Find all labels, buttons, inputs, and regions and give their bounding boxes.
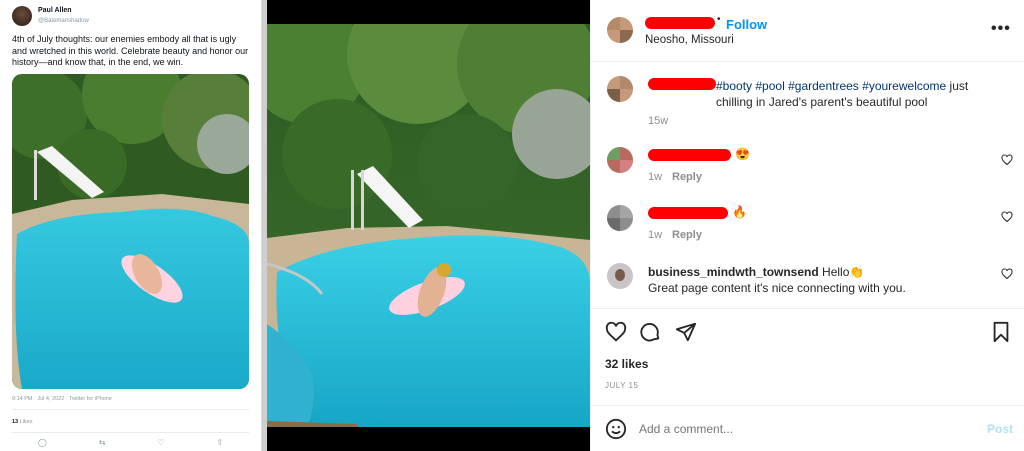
post-likes-count[interactable]: 32 likes — [605, 357, 648, 371]
redacted-caption-username[interactable] — [648, 78, 716, 90]
hashtag[interactable]: #pool — [755, 79, 784, 93]
tweet-avatar[interactable] — [12, 6, 32, 26]
comment-icon[interactable] — [640, 321, 662, 343]
redacted-commenter-name[interactable] — [648, 149, 731, 161]
caption-age: 15w — [648, 115, 669, 127]
tweet-header: Paul Allen @Batemanshadow — [12, 6, 89, 26]
tweet-card: Paul Allen @Batemanshadow 4th of July th… — [0, 0, 262, 451]
comment-emoji: 😍 — [735, 147, 750, 161]
like-post-heart-icon[interactable] — [605, 321, 627, 343]
tweet-likes-label: Likes — [19, 419, 33, 425]
hashtag[interactable]: #yourewelcome — [862, 79, 946, 93]
comment-age: 1w — [648, 171, 663, 183]
follow-button[interactable]: Follow — [726, 17, 767, 32]
comment-text-line2: Great page content it's nice connecting … — [648, 281, 906, 295]
reply-icon[interactable]: ◯ — [38, 438, 47, 447]
commenter-avatar[interactable] — [607, 147, 633, 173]
divider — [591, 61, 1024, 62]
save-bookmark-icon[interactable] — [991, 321, 1011, 343]
hashtag[interactable]: #gardentrees — [788, 79, 859, 93]
tweet-action-bar: ◯ ⇆ ♡ ⇧ — [12, 438, 249, 447]
author-avatar[interactable] — [607, 17, 633, 43]
comment-age: 1w — [648, 229, 663, 241]
tweet-timestamp: 9:14 PM · Jul 4, 2022 · Twitter for iPho… — [12, 396, 112, 402]
tweet-display-name[interactable]: Paul Allen — [38, 6, 89, 16]
tweet-text: 4th of July thoughts: our enemies embody… — [12, 34, 249, 67]
share-icon[interactable]: ⇧ — [216, 438, 223, 447]
hashtag[interactable]: #booty — [716, 79, 752, 93]
share-send-icon[interactable] — [675, 321, 697, 343]
post-photo-area — [267, 0, 590, 451]
divider — [12, 409, 249, 410]
comment-body: business_mindwth_townsend Hello👏 Great p… — [648, 264, 988, 296]
like-comment-heart-icon[interactable] — [1001, 154, 1013, 166]
divider — [591, 405, 1024, 406]
divider — [12, 432, 249, 433]
commenter-avatar[interactable] — [607, 205, 633, 231]
tweet-handle[interactable]: @Batemanshadow — [38, 16, 89, 26]
screenshot-root: Paul Allen @Batemanshadow 4th of July th… — [0, 0, 1024, 451]
caption-author-avatar[interactable] — [607, 76, 633, 102]
tweet-image[interactable] — [12, 74, 249, 389]
dot-separator: • — [717, 14, 721, 25]
reply-button[interactable]: Reply — [672, 229, 702, 241]
caption-text: #booty #pool #gardentrees #yourewelcome … — [716, 78, 1006, 110]
post-sidebar: • Follow Neosho, Missouri ••• #booty #po… — [590, 0, 1024, 451]
post-photo[interactable] — [267, 24, 590, 427]
tweet-likes[interactable]: 13 Likes — [12, 419, 33, 425]
emoji-picker-icon[interactable] — [605, 418, 627, 440]
redacted-username[interactable] — [645, 17, 715, 29]
post-comment-button[interactable]: Post — [987, 422, 1013, 436]
like-comment-heart-icon[interactable] — [1001, 268, 1013, 280]
add-comment-input[interactable] — [639, 420, 969, 438]
comment-text: Hello👏 — [822, 265, 865, 279]
retweet-icon[interactable]: ⇆ — [99, 438, 106, 447]
more-options-icon[interactable]: ••• — [991, 20, 1011, 38]
commenter-avatar[interactable] — [607, 263, 633, 289]
commenter-username[interactable]: business_mindwth_townsend — [648, 265, 819, 279]
post-location[interactable]: Neosho, Missouri — [645, 34, 734, 46]
like-icon[interactable]: ♡ — [157, 438, 164, 447]
comment-emoji: 🔥 — [732, 205, 747, 219]
divider — [591, 308, 1024, 309]
tweet-likes-count: 13 — [12, 419, 19, 425]
post-date[interactable]: JULY 15 — [605, 381, 638, 390]
redacted-commenter-name[interactable] — [648, 207, 728, 219]
like-comment-heart-icon[interactable] — [1001, 211, 1013, 223]
reply-button[interactable]: Reply — [672, 171, 702, 183]
